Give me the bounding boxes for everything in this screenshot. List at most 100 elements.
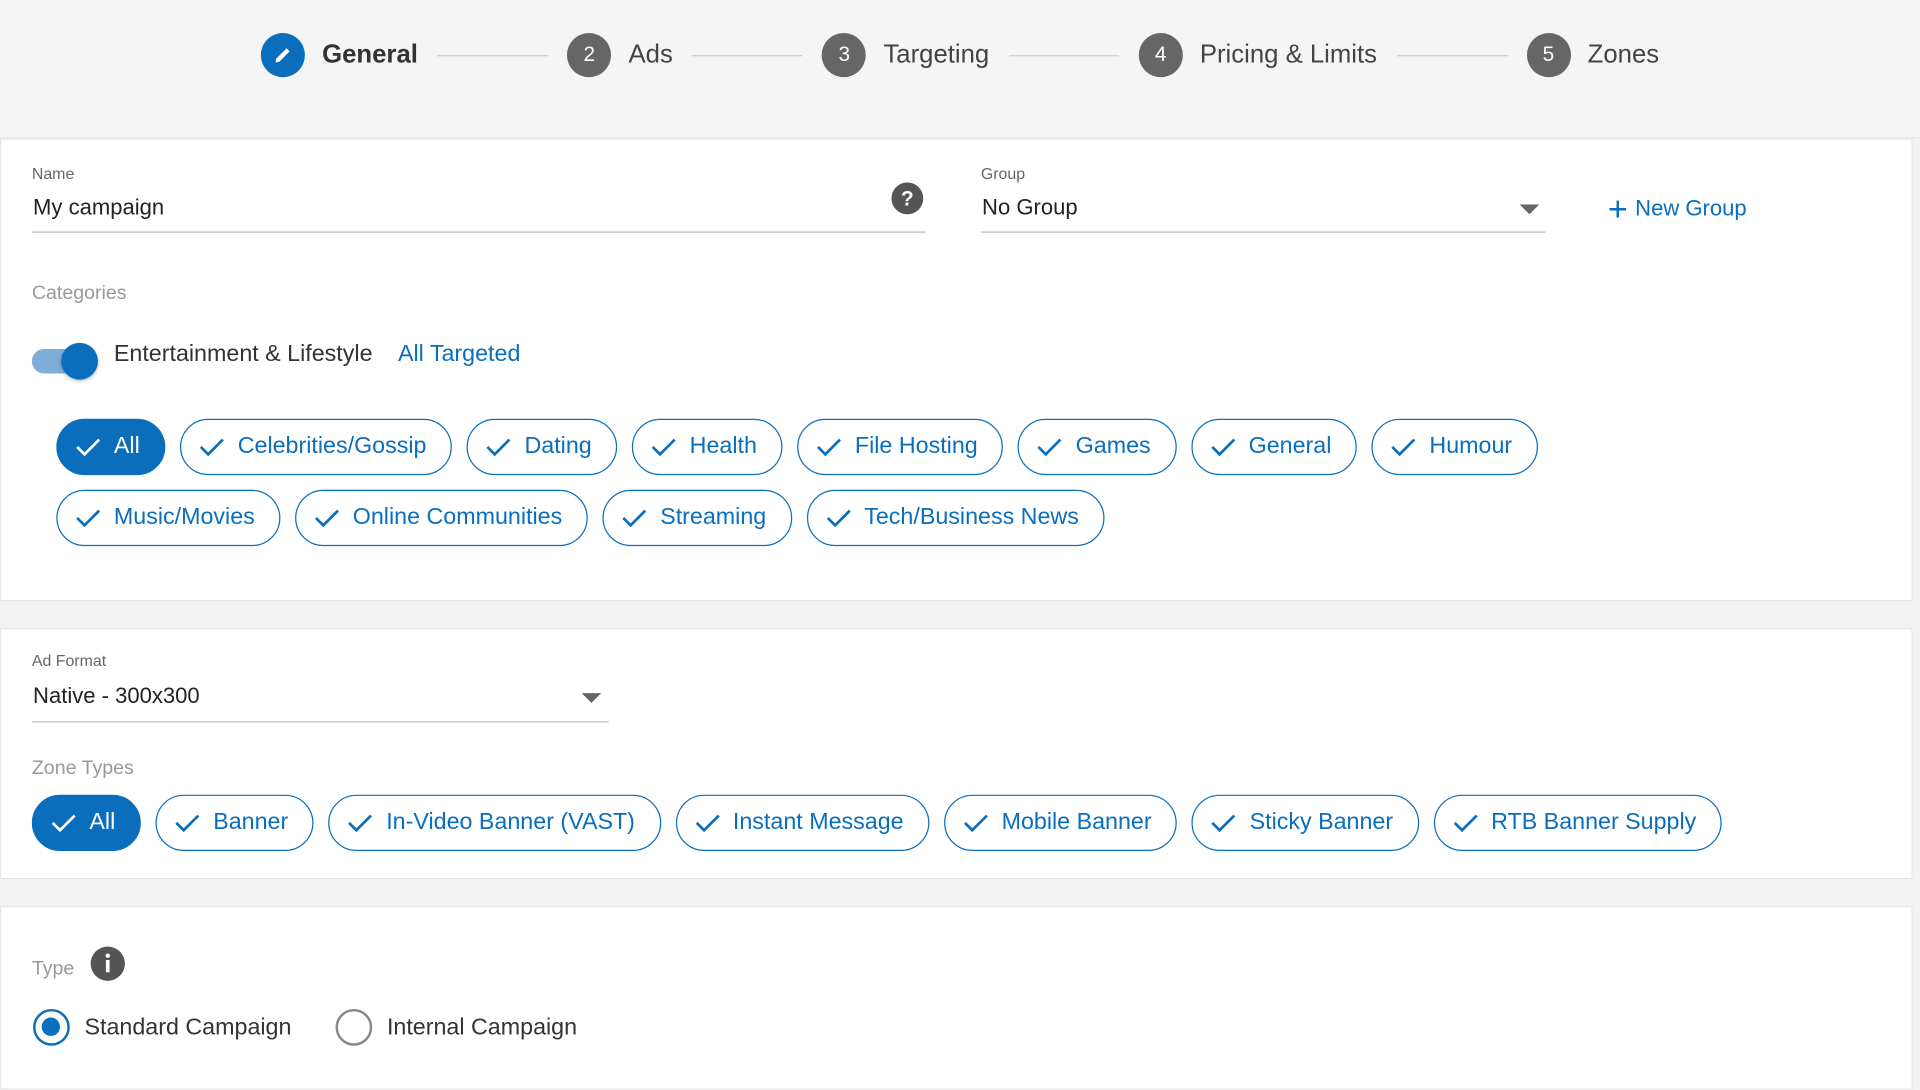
step-label: Pricing & Limits xyxy=(1199,40,1378,69)
chip-label: RTB Banner Supply xyxy=(1491,809,1697,836)
step-connector xyxy=(692,54,803,56)
chip-online-communities[interactable]: Online Communities xyxy=(295,489,588,547)
check-icon xyxy=(76,438,101,457)
chip-rtb-banner-supply[interactable]: RTB Banner Supply xyxy=(1433,794,1723,852)
check-icon xyxy=(175,814,200,833)
step-connector xyxy=(1396,54,1507,56)
new-group-label: New Group xyxy=(1635,195,1747,221)
chip-streaming[interactable]: Streaming xyxy=(602,489,792,547)
standard-campaign-label: Standard Campaign xyxy=(84,1015,292,1041)
check-icon xyxy=(348,814,373,833)
category-toggle[interactable] xyxy=(31,342,101,380)
step-number: 5 xyxy=(1526,33,1571,78)
chip-file-hosting[interactable]: File Hosting xyxy=(797,418,1004,476)
check-icon xyxy=(315,509,340,528)
check-icon xyxy=(651,438,676,457)
internal-campaign-radio[interactable] xyxy=(335,1008,373,1046)
chip-label: Mobile Banner xyxy=(1001,809,1152,836)
chip-health[interactable]: Health xyxy=(632,418,783,476)
help-icon[interactable]: ? xyxy=(890,181,924,215)
new-group-button[interactable]: + New Group xyxy=(1607,189,1747,228)
chip-label: Humour xyxy=(1429,433,1513,460)
chip-label: In-Video Banner (VAST) xyxy=(386,809,635,836)
step-number: 3 xyxy=(822,33,867,78)
check-icon xyxy=(486,438,511,457)
chip-label: All xyxy=(113,433,140,460)
name-input[interactable]: My campaign xyxy=(33,195,164,221)
chip-label: File Hosting xyxy=(854,433,978,460)
step-label: Ads xyxy=(628,40,673,69)
step-number: 4 xyxy=(1138,33,1183,78)
chip-banner[interactable]: Banner xyxy=(155,794,314,852)
chip-label: Games xyxy=(1075,433,1151,460)
type-card: Type Standard Campaign Internal Campaign xyxy=(0,906,1913,1090)
check-icon xyxy=(695,814,720,833)
type-label: Type xyxy=(31,958,75,980)
chip-all[interactable]: All xyxy=(31,794,141,852)
categories-label: Categories xyxy=(31,282,127,304)
check-icon xyxy=(51,814,76,833)
step-general[interactable]: General xyxy=(260,33,418,78)
check-icon xyxy=(1453,814,1478,833)
chip-sticky-banner[interactable]: Sticky Banner xyxy=(1192,794,1419,852)
chip-music-movies[interactable]: Music/Movies xyxy=(56,489,281,547)
chip-all[interactable]: All xyxy=(56,418,166,476)
chip-label: Banner xyxy=(213,809,289,836)
chip-label: Sticky Banner xyxy=(1249,809,1394,836)
chip-instant-message[interactable]: Instant Message xyxy=(675,794,930,852)
step-label: Zones xyxy=(1587,40,1660,69)
step-connector xyxy=(437,54,548,56)
chip-label: Instant Message xyxy=(732,809,904,836)
zone-types-label: Zone Types xyxy=(31,757,134,779)
chip-label: Health xyxy=(689,433,757,460)
step-label: General xyxy=(322,40,418,69)
check-icon xyxy=(1211,814,1236,833)
standard-campaign-radio[interactable] xyxy=(33,1008,70,1046)
group-select[interactable]: No Group xyxy=(982,195,1078,221)
general-card: Name My campaign ? Group No Group + New G… xyxy=(0,138,1913,602)
check-icon xyxy=(1210,438,1235,457)
check-icon xyxy=(826,509,851,528)
group-label: Group xyxy=(980,164,1026,183)
chip-general[interactable]: General xyxy=(1191,418,1358,476)
all-targeted-link[interactable]: All Targeted xyxy=(398,342,520,369)
chip-dating[interactable]: Dating xyxy=(466,418,618,476)
check-icon xyxy=(622,509,647,528)
step-zones[interactable]: 5 Zones xyxy=(1526,33,1660,78)
internal-campaign-label: Internal Campaign xyxy=(386,1015,578,1041)
check-icon xyxy=(200,438,224,457)
ad-format-label: Ad Format xyxy=(31,651,107,670)
chip-label: All xyxy=(89,809,116,836)
chip-label: Streaming xyxy=(660,504,767,531)
chip-label: Music/Movies xyxy=(113,504,255,531)
chip-humour[interactable]: Humour xyxy=(1371,418,1538,476)
check-icon xyxy=(963,814,988,833)
step-ads[interactable]: 2 Ads xyxy=(567,33,673,78)
check-icon xyxy=(1391,438,1416,457)
chip-celebrities-gossip[interactable]: Celebrities/Gossip xyxy=(180,418,453,476)
step-number: 2 xyxy=(567,33,612,78)
check-icon xyxy=(76,509,101,528)
step-pricing-limits[interactable]: 4 Pricing & Limits xyxy=(1138,33,1378,78)
svg-text:?: ? xyxy=(901,188,914,211)
step-targeting[interactable]: 3 Targeting xyxy=(822,33,990,78)
chip-in-video-banner-vast-[interactable]: In-Video Banner (VAST) xyxy=(328,794,661,852)
chip-games[interactable]: Games xyxy=(1018,418,1177,476)
chip-label: Celebrities/Gossip xyxy=(237,433,427,460)
pencil-icon xyxy=(260,33,305,78)
step-label: Targeting xyxy=(883,40,990,69)
chip-tech-business-news[interactable]: Tech/Business News xyxy=(806,489,1105,547)
ad-format-select[interactable]: Native - 300x300 xyxy=(33,683,200,709)
chip-mobile-banner[interactable]: Mobile Banner xyxy=(944,794,1178,852)
chip-label: Online Communities xyxy=(352,504,563,531)
chevron-down-icon[interactable] xyxy=(581,693,602,703)
plus-icon: + xyxy=(1607,189,1628,228)
chip-label: General xyxy=(1248,433,1332,460)
category-parent-label: Entertainment & Lifestyle xyxy=(113,341,373,368)
chip-label: Tech/Business News xyxy=(864,504,1079,531)
chip-label: Dating xyxy=(524,433,592,460)
name-label: Name xyxy=(31,164,75,183)
info-icon[interactable] xyxy=(89,945,126,982)
check-icon xyxy=(817,438,842,457)
chevron-down-icon[interactable] xyxy=(1519,204,1540,215)
